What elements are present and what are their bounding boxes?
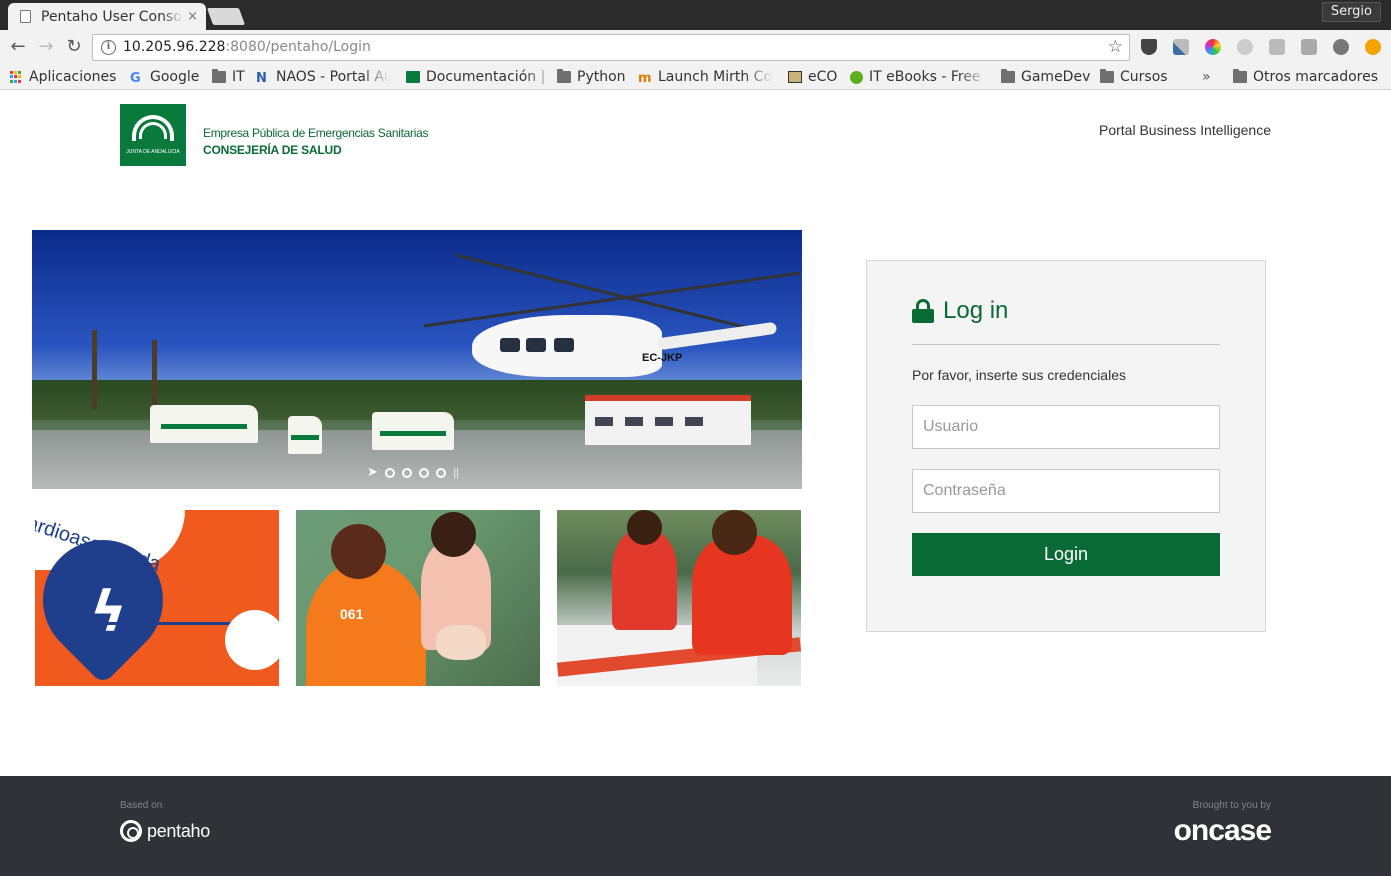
site-info-icon[interactable]: i <box>101 40 116 55</box>
bookmark-eco[interactable]: eCO <box>788 67 837 87</box>
profile-button[interactable]: Sergio <box>1321 2 1381 22</box>
bookmarks-overflow-button[interactable]: » <box>1202 67 1211 87</box>
paramedics-image <box>557 510 801 686</box>
other-bookmarks-folder[interactable]: Otros marcadores <box>1233 67 1378 87</box>
based-on-label: Based on <box>120 800 163 811</box>
page-icon <box>20 10 31 23</box>
eco-icon <box>788 71 802 83</box>
carousel-next-icon[interactable]: ➤ <box>367 465 378 480</box>
bookmark-naos[interactable]: N NAOS - Portal Au <box>256 67 391 87</box>
org-name: Empresa Pública de Emergencias Sanitaria… <box>203 126 429 140</box>
bookmark-star-icon[interactable]: ☆ <box>1108 37 1123 57</box>
carousel-dot[interactable] <box>435 467 446 478</box>
angular-extension-icon[interactable] <box>1301 39 1317 55</box>
pocket-extension-icon[interactable] <box>1141 39 1157 55</box>
cardioasegurada-image: ϟ ardioasegurada <box>35 510 279 686</box>
username-input[interactable] <box>912 405 1220 449</box>
bookmark-it-ebooks[interactable]: IT eBooks - Free E <box>850 67 987 87</box>
browser-toolbar: ← → ↻ i 10.205.96.228:8080/pentaho/Login… <box>0 30 1391 64</box>
apps-grid-icon <box>10 70 23 84</box>
login-header: Log in <box>912 297 1008 325</box>
carousel-pause-icon[interactable]: || <box>453 466 460 479</box>
google-icon: G <box>130 71 141 86</box>
extension-icon[interactable] <box>1333 39 1349 55</box>
bookmark-mirth[interactable]: m Launch Mirth Co <box>638 67 773 87</box>
junta-andalucia-logo: JUNTA DE ANDALUCIA <box>120 104 186 166</box>
update-extension-icon[interactable] <box>1365 39 1381 55</box>
browser-titlebar: Pentaho User Console × Sergio <box>0 0 1391 30</box>
folder-icon <box>1233 69 1247 83</box>
divider <box>912 344 1220 345</box>
carousel-dot[interactable] <box>401 467 412 478</box>
forward-icon[interactable]: → <box>34 35 58 59</box>
mirth-icon: m <box>638 71 652 86</box>
dropbox-extension-icon[interactable] <box>1269 39 1285 55</box>
bookmark-documentacion[interactable]: Documentación | <box>406 67 556 87</box>
login-panel: Log in Por favor, inserte sus credencial… <box>866 260 1266 632</box>
org-department: CONSEJERÍA DE SALUD <box>203 143 342 157</box>
folder-icon <box>212 69 226 83</box>
folder-icon <box>557 69 571 83</box>
carousel-dot[interactable] <box>418 467 429 478</box>
tab-title: Pentaho User Console <box>41 8 184 25</box>
tab-close-icon[interactable]: × <box>187 9 198 24</box>
bookmark-aplicaciones[interactable]: Aplicaciones <box>10 67 116 87</box>
ebooks-icon <box>850 70 863 84</box>
oncase-logo: oncase <box>1173 814 1272 847</box>
hero-carousel-image: EC-JKP ➤ || <box>32 230 802 489</box>
colorzilla-extension-icon[interactable] <box>1205 39 1221 55</box>
naos-icon: N <box>256 71 267 86</box>
login-page: JUNTA DE ANDALUCIA Empresa Pública de Em… <box>0 90 1391 876</box>
back-icon[interactable]: ← <box>6 35 30 59</box>
new-tab-button[interactable] <box>206 8 246 25</box>
cpr-training-image: 061 <box>296 510 540 686</box>
lock-icon <box>912 299 934 323</box>
bookmark-gamedev[interactable]: GameDev <box>1001 67 1090 87</box>
bookmarks-bar: Aplicaciones G Google IT N NAOS - Portal… <box>0 64 1391 90</box>
bookmark-it[interactable]: IT <box>212 67 245 87</box>
portal-title: Portal Business Intelligence <box>1099 122 1271 138</box>
login-hint: Por favor, inserte sus credenciales <box>912 367 1126 383</box>
address-bar[interactable]: i 10.205.96.228:8080/pentaho/Login ☆ <box>92 34 1130 61</box>
folder-icon <box>1100 69 1114 83</box>
login-title: Log in <box>943 297 1009 324</box>
url-text[interactable]: 10.205.96.228:8080/pentaho/Login <box>123 39 371 55</box>
login-button[interactable]: Login <box>912 533 1220 576</box>
browser-tab-active[interactable]: Pentaho User Console × <box>8 3 206 30</box>
bookmark-google[interactable]: G Google <box>130 67 199 87</box>
password-input[interactable] <box>912 469 1220 513</box>
carousel-dot[interactable] <box>384 467 395 478</box>
extension-icon[interactable] <box>1237 39 1253 55</box>
color-picker-extension-icon[interactable] <box>1173 39 1189 55</box>
bookmark-python[interactable]: Python <box>557 67 626 87</box>
doc-icon <box>406 71 420 83</box>
folder-icon <box>1001 69 1015 83</box>
footer: Based on pentaho Brought to you by oncas… <box>0 776 1391 876</box>
bookmark-cursos[interactable]: Cursos <box>1100 67 1168 87</box>
reload-icon[interactable]: ↻ <box>62 35 86 59</box>
carousel-pagination: ➤ || <box>367 465 460 480</box>
pentaho-swirl-icon <box>120 820 142 842</box>
pentaho-logo: pentaho <box>120 820 210 842</box>
brought-by-label: Brought to you by <box>1192 800 1271 811</box>
